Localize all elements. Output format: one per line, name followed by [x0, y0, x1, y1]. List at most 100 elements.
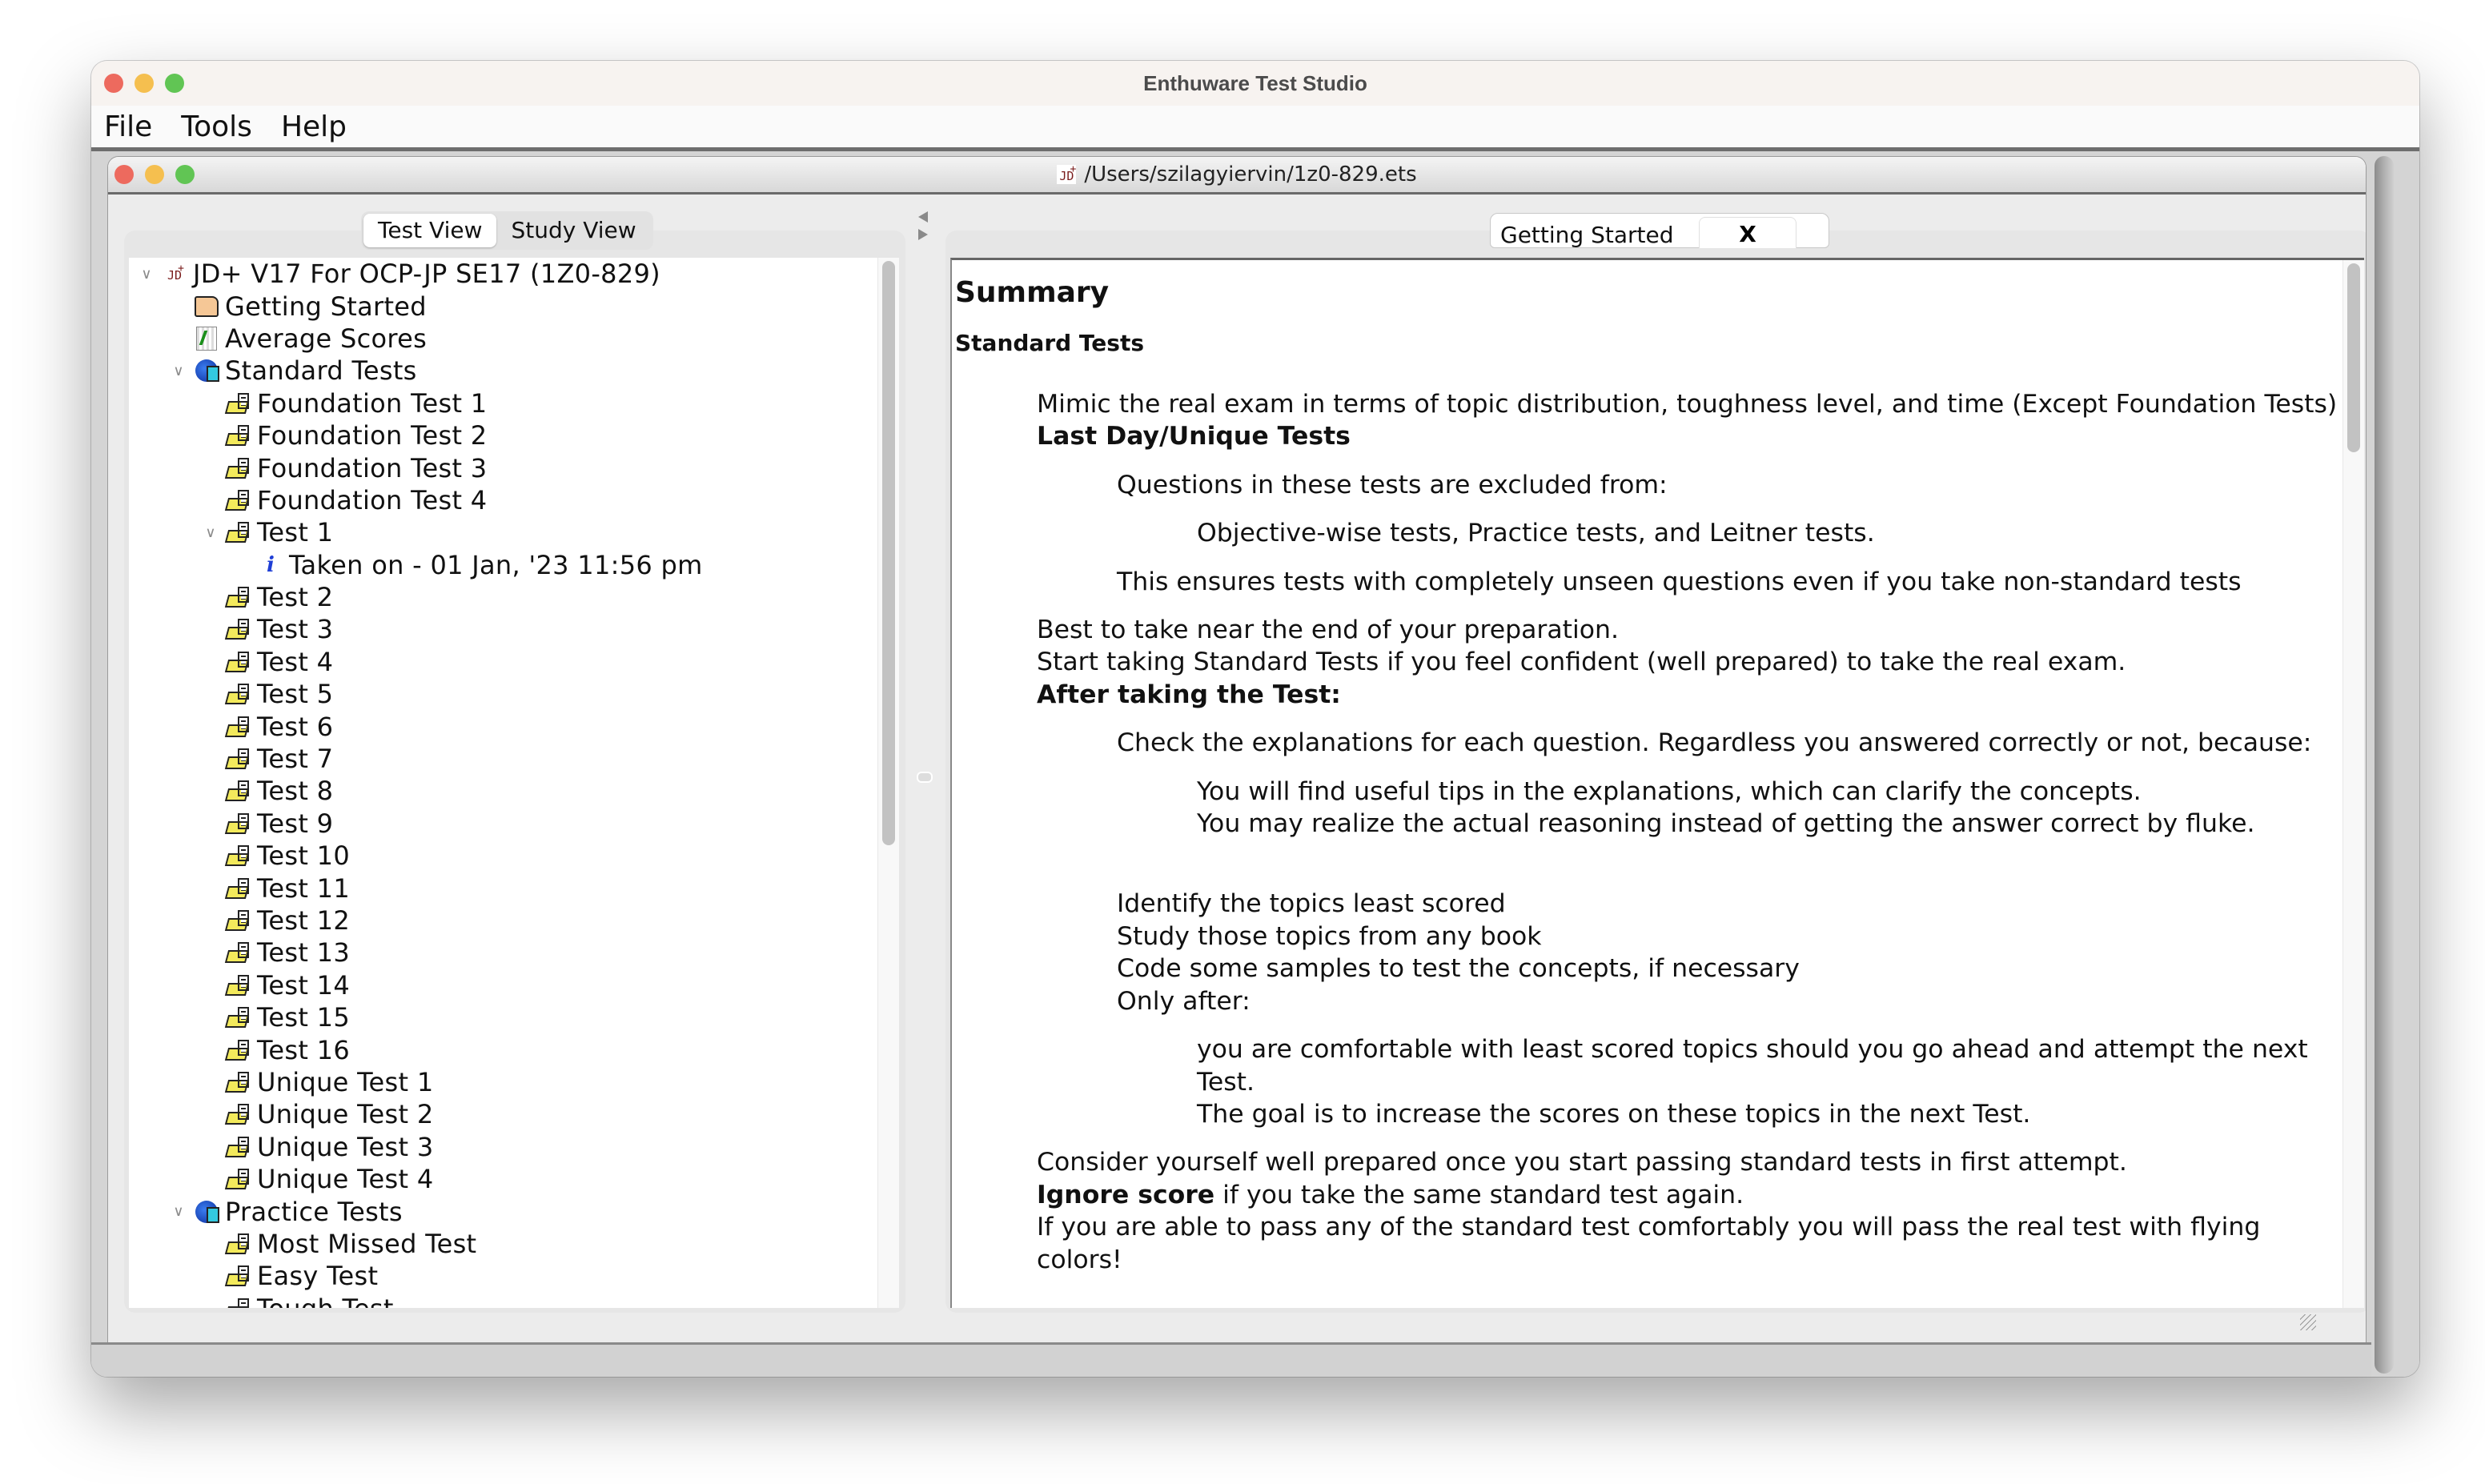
- list-item: you are comfortable with least scored to…: [955, 1033, 2340, 1098]
- test-document-icon: [225, 1102, 252, 1126]
- jd-plus-icon: JD: [1057, 158, 1076, 184]
- expand-right-icon[interactable]: [918, 229, 928, 240]
- test-document-icon: [225, 682, 252, 706]
- content-scrollbar[interactable]: [2342, 260, 2364, 1308]
- tree-item[interactable]: Test 9: [129, 808, 877, 840]
- tree-item[interactable]: Foundation Test 3: [129, 451, 877, 483]
- tab-study-view[interactable]: Study View: [496, 214, 650, 247]
- tree-item-label: Most Missed Test: [257, 1228, 477, 1259]
- list-item: Best to take near the end of your prepar…: [955, 614, 2340, 646]
- tree-item[interactable]: Test 8: [129, 775, 877, 807]
- tree-item[interactable]: Unique Test 4: [129, 1163, 877, 1195]
- tab-test-view[interactable]: Test View: [363, 214, 497, 247]
- tab-close-button[interactable]: X: [1699, 217, 1797, 248]
- app-title: Enthuware Test Studio: [1143, 70, 1367, 95]
- tree-item[interactable]: Test 6: [129, 710, 877, 742]
- tree-item[interactable]: Test 12: [129, 904, 877, 937]
- tree-item[interactable]: Unique Test 2: [129, 1098, 877, 1130]
- divider-grip-icon[interactable]: [917, 772, 933, 783]
- resize-grip-icon[interactable]: [2300, 1314, 2316, 1330]
- tree-item[interactable]: Foundation Test 1: [129, 387, 877, 419]
- tree-item[interactable]: ∨ Test 1: [129, 516, 877, 548]
- app-titlebar[interactable]: Enthuware Test Studio: [91, 61, 2419, 106]
- tree-item[interactable]: Unique Test 1: [129, 1066, 877, 1098]
- tree-item-label: Test 15: [257, 1002, 351, 1033]
- collapse-left-icon[interactable]: [918, 211, 928, 223]
- tree-item-label: Unique Test 3: [257, 1131, 434, 1162]
- chart-icon: [193, 326, 220, 351]
- tree-item[interactable]: Test 16: [129, 1033, 877, 1065]
- tree-item[interactable]: Most Missed Test: [129, 1228, 877, 1260]
- test-document-icon: [225, 1070, 252, 1094]
- minimize-document-button[interactable]: [145, 165, 164, 184]
- tree-item-label: Easy Test: [257, 1261, 379, 1292]
- tree-item[interactable]: Getting Started: [129, 290, 877, 322]
- split-pane-divider[interactable]: [909, 211, 941, 1313]
- content-scroll-thumb[interactable]: [2347, 263, 2360, 452]
- bold-text: Ignore score: [1037, 1180, 1215, 1209]
- tree-list: ∨ JDJD+ V17 For OCP-JP SE17 (1Z0-829)Gett…: [129, 258, 877, 1308]
- tree-item[interactable]: Test 14: [129, 969, 877, 1001]
- chevron-down-icon[interactable]: ∨: [171, 363, 187, 379]
- tree-item-label: Standard Tests: [225, 355, 417, 387]
- tree-item[interactable]: Foundation Test 4: [129, 484, 877, 516]
- right-panel: Getting Started X Summary Standard Tests…: [945, 211, 2366, 1313]
- tree-item[interactable]: Test 7: [129, 743, 877, 775]
- tree-scrollbar[interactable]: [877, 258, 899, 1308]
- chevron-down-icon[interactable]: ∨: [171, 1203, 187, 1220]
- tree-item-label: Test 10: [257, 840, 351, 872]
- minimize-window-button[interactable]: [134, 74, 154, 93]
- status-bar: [91, 1342, 2371, 1377]
- tree-item[interactable]: ∨ Standard Tests: [129, 355, 877, 387]
- tree-item-label: Test 13: [257, 937, 351, 969]
- tree-item-label: Test 14: [257, 969, 351, 1001]
- test-document-icon: [225, 1038, 252, 1062]
- zoom-document-button[interactable]: [175, 165, 195, 184]
- tree-item[interactable]: Test 15: [129, 1001, 877, 1033]
- tree-item[interactable]: Tough Test: [129, 1293, 877, 1308]
- chevron-down-icon[interactable]: ∨: [139, 266, 155, 283]
- tree-scroll-thumb[interactable]: [882, 261, 895, 845]
- tree-item[interactable]: Test 2: [129, 581, 877, 613]
- tree-item[interactable]: ∨ JDJD+ V17 For OCP-JP SE17 (1Z0-829): [129, 258, 877, 290]
- list-item: Questions in these tests are excluded fr…: [955, 469, 2340, 501]
- tree-item[interactable]: Easy Test: [129, 1260, 877, 1292]
- tree-item[interactable]: Test 10: [129, 840, 877, 872]
- close-document-button[interactable]: [114, 165, 134, 184]
- tree-item-label: Test 11: [257, 872, 351, 904]
- test-document-icon: [225, 391, 252, 415]
- tree-item[interactable]: Unique Test 3: [129, 1131, 877, 1163]
- tree-item[interactable]: Test 13: [129, 937, 877, 969]
- tab-label[interactable]: Getting Started: [1491, 222, 1673, 248]
- document-window-controls: [114, 157, 195, 192]
- tree-item[interactable]: Test 11: [129, 872, 877, 904]
- window-controls: [104, 61, 184, 106]
- tree-item[interactable]: Average Scores: [129, 323, 877, 355]
- document-titlebar[interactable]: JD /Users/szilagyiervin/1z0-829.ets: [108, 157, 2366, 195]
- document-window: JD /Users/szilagyiervin/1z0-829.ets Test…: [107, 156, 2367, 1365]
- list-item: The goal is to increase the scores on th…: [955, 1098, 2340, 1130]
- menu-help[interactable]: Help: [281, 110, 347, 143]
- menu-file[interactable]: File: [104, 110, 152, 143]
- tree-item[interactable]: Test 4: [129, 646, 877, 678]
- chevron-down-icon[interactable]: ∨: [203, 524, 219, 541]
- list-item: Objective-wise tests, Practice tests, an…: [955, 517, 2340, 549]
- test-document-icon: [225, 1232, 252, 1256]
- tree-item[interactable]: i Taken on - 01 Jan, '23 11:56 pm: [129, 549, 877, 581]
- close-window-button[interactable]: [104, 74, 123, 93]
- tree-item[interactable]: Test 5: [129, 678, 877, 710]
- tab-getting-started[interactable]: Getting Started X: [1490, 213, 1829, 248]
- left-panel: Test View Study View ∨ JDJD+ V17 For OCP-…: [124, 211, 905, 1313]
- tree-item[interactable]: Test 3: [129, 613, 877, 645]
- list-item: Check the explanations for each question…: [955, 727, 2340, 759]
- tree-item[interactable]: Foundation Test 2: [129, 419, 877, 451]
- desktop-scrollbar[interactable]: [2375, 156, 2394, 1374]
- test-document-icon: [225, 617, 252, 641]
- test-document-icon: [225, 1005, 252, 1029]
- jd-plus-icon: JD: [161, 258, 188, 286]
- menu-tools[interactable]: Tools: [181, 110, 252, 143]
- tree-item[interactable]: ∨ Practice Tests: [129, 1195, 877, 1227]
- zoom-window-button[interactable]: [165, 74, 184, 93]
- list-item: You may realize the actual reasoning ins…: [955, 808, 2340, 840]
- list-item-text: if you take the same standard test again…: [1214, 1180, 1744, 1209]
